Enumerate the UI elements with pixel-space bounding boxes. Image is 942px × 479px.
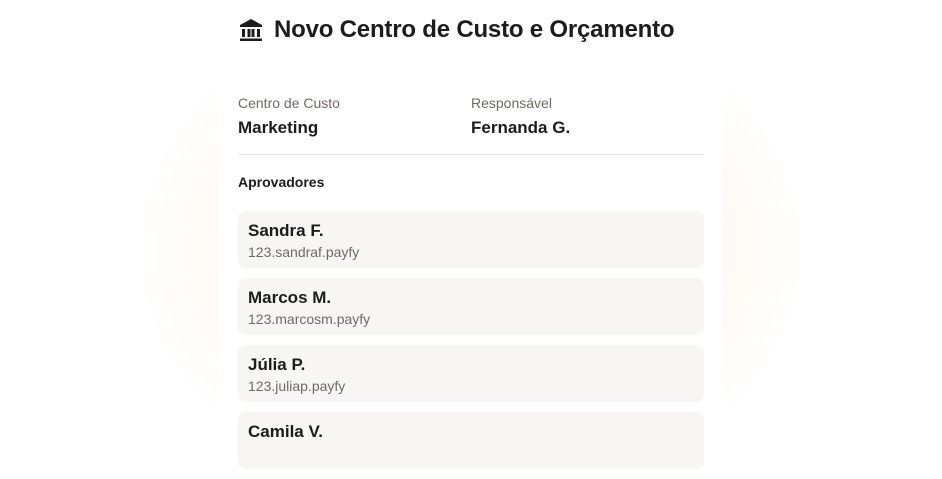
- info-grid: Centro de Custo Marketing Responsável Fe…: [238, 94, 704, 139]
- owner-field: Responsável Fernanda G.: [471, 94, 704, 139]
- approvers-title: Aprovadores: [238, 174, 325, 190]
- page-title: Novo Centro de Custo e Orçamento: [274, 16, 675, 43]
- approver-key: 123.marcosm.payfy: [248, 311, 371, 327]
- cost-center-card: Novo Centro de Custo e Orçamento Centro …: [218, 0, 723, 469]
- header: Novo Centro de Custo e Orçamento: [238, 16, 675, 44]
- approver-name: Júlia P.: [248, 355, 306, 374]
- approver-item[interactable]: Camila V.: [238, 412, 704, 469]
- bank-icon: [240, 19, 262, 41]
- approver-item[interactable]: Sandra F. 123.sandraf.payfy: [238, 211, 704, 268]
- owner-value: Fernanda G.: [471, 118, 571, 137]
- approver-name: Camila V.: [248, 422, 323, 441]
- approver-key: 123.juliap.payfy: [248, 378, 346, 394]
- divider: [238, 154, 704, 155]
- owner-label: Responsável: [471, 95, 552, 111]
- approver-name: Marcos M.: [248, 288, 332, 307]
- approver-name: Sandra F.: [248, 221, 324, 240]
- approver-item[interactable]: Júlia P. 123.juliap.payfy: [238, 345, 704, 402]
- cost-center-label: Centro de Custo: [238, 95, 340, 111]
- cost-center-value: Marketing: [238, 118, 319, 137]
- approver-item[interactable]: Marcos M. 123.marcosm.payfy: [238, 278, 704, 335]
- approvers-list: Sandra F. 123.sandraf.payfy Marcos M. 12…: [238, 211, 704, 479]
- approver-key: 123.sandraf.payfy: [248, 244, 360, 260]
- cost-center-field: Centro de Custo Marketing: [238, 94, 471, 139]
